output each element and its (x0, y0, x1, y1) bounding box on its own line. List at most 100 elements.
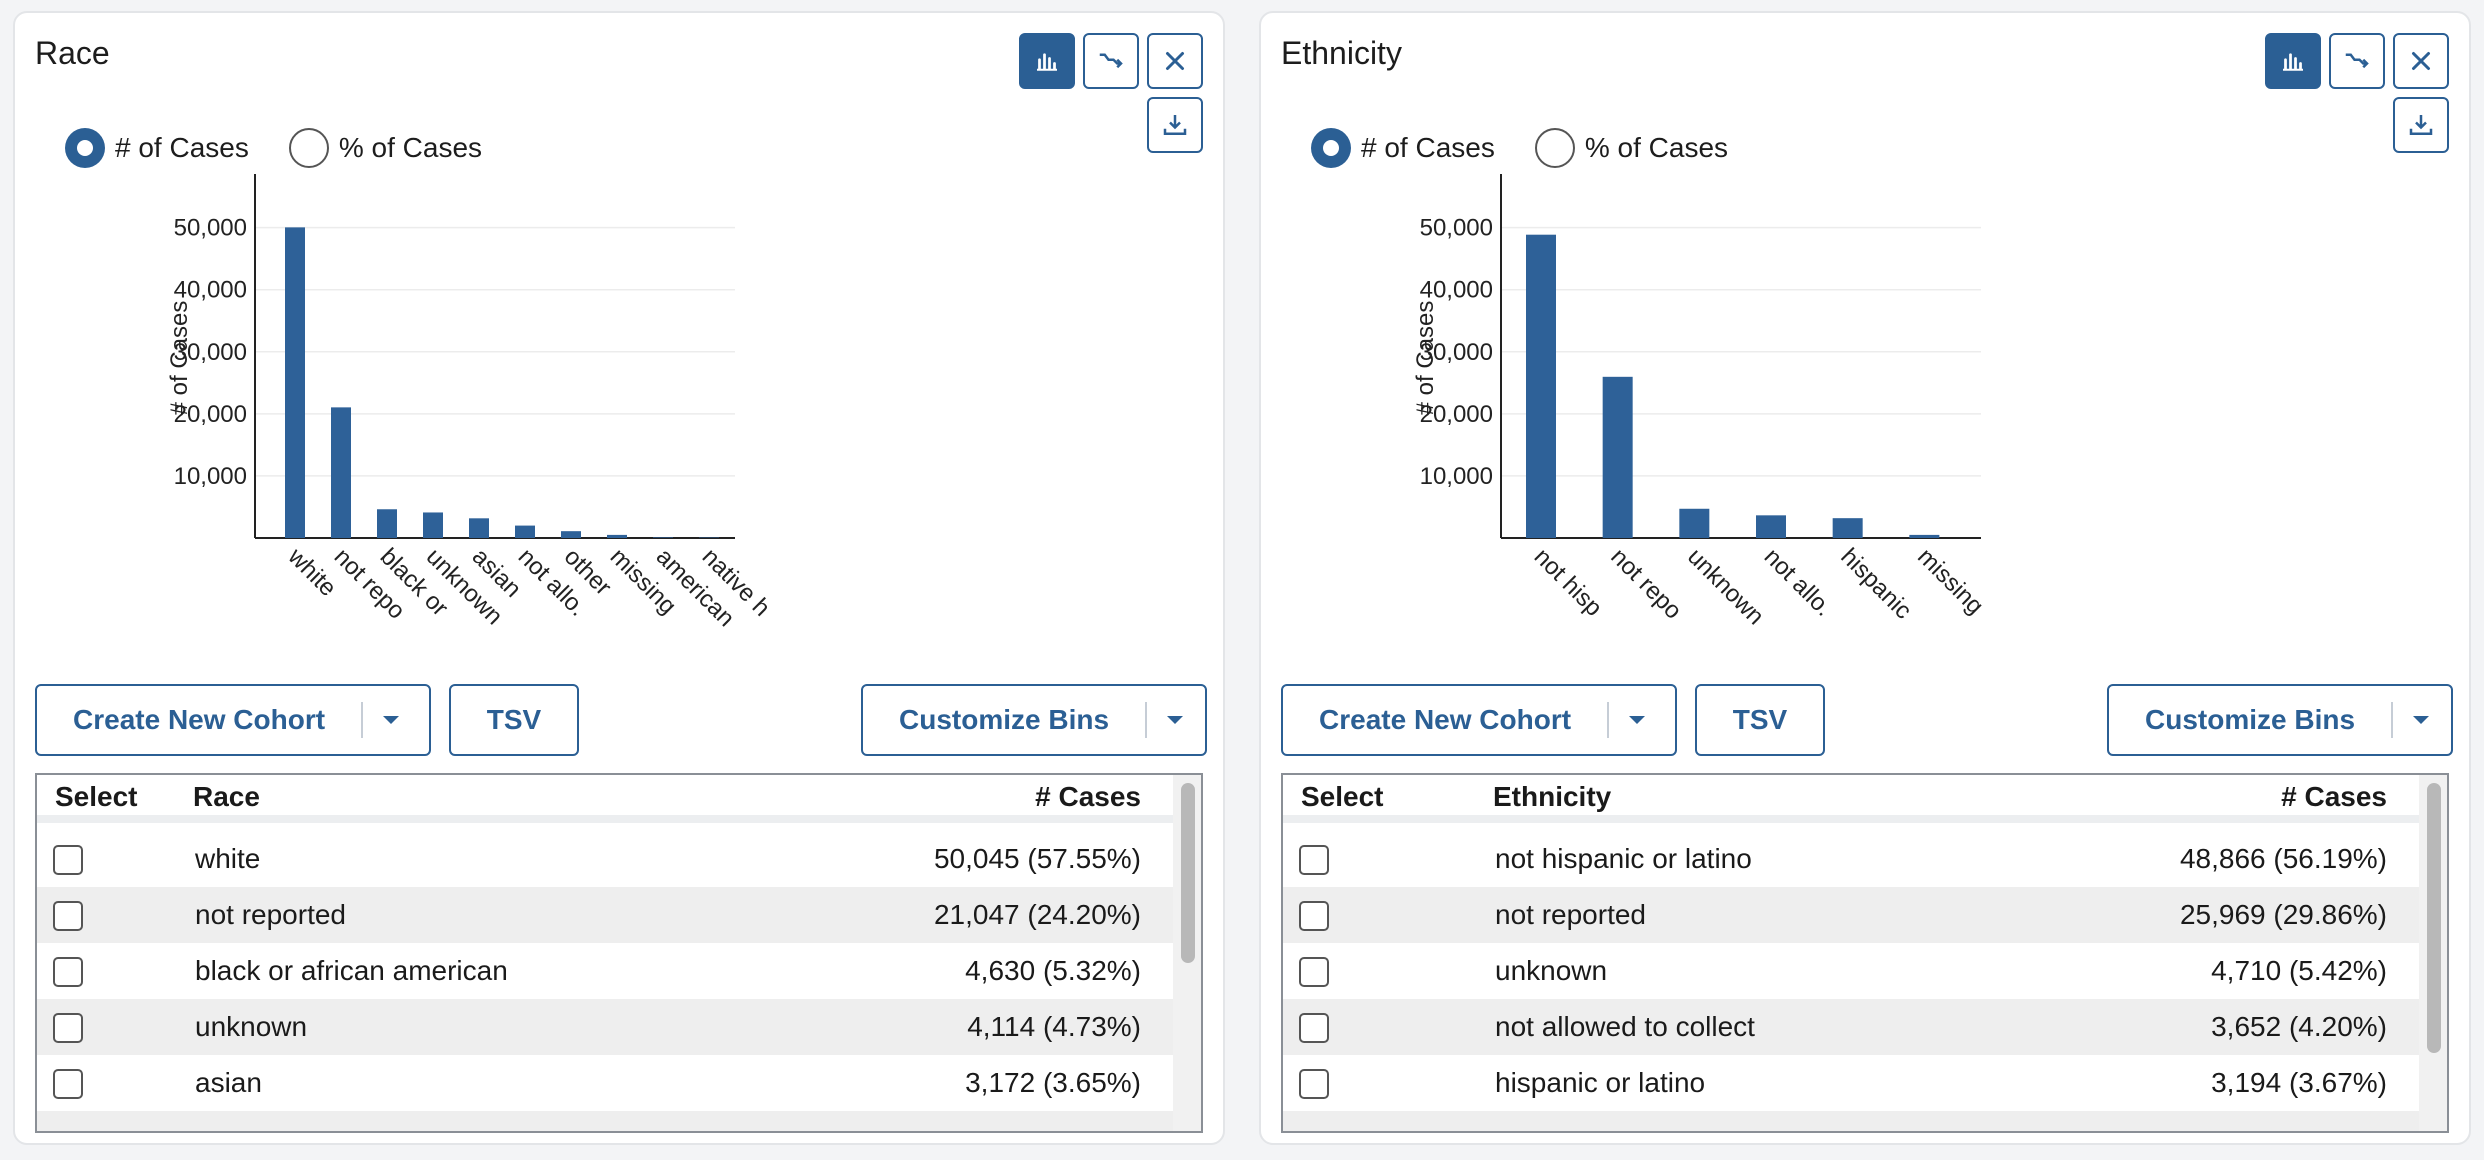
trend-down-icon (1099, 53, 1123, 69)
close-button[interactable] (2393, 33, 2449, 89)
row-name: unknown (195, 1011, 308, 1042)
table-row (37, 1111, 1173, 1131)
ethnicity-panel: Ethnicity # of Cases % of Cases 10,000 20… (1259, 11, 2471, 1145)
percent-radio-label: % of Cases (1584, 132, 1729, 163)
percent-radio[interactable]: % of Cases (1534, 128, 1729, 168)
table-row: unknown 4,114 (4.73%) (37, 999, 1173, 1055)
tsv-button[interactable]: TSV (1695, 684, 1825, 756)
header-cases[interactable]: # Cases (1035, 781, 1141, 813)
customize-bins-dropdown[interactable] (1147, 714, 1203, 726)
scrollbar-thumb[interactable] (1181, 783, 1195, 963)
bar (1909, 534, 1940, 538)
header-ethnicity[interactable]: Ethnicity (1493, 781, 1611, 813)
row-checkbox[interactable] (53, 1013, 83, 1043)
table-scrollbar[interactable] (2419, 775, 2447, 1131)
race-bar-chart: 10,00020,00030,00040,00050,000# of Cases… (166, 174, 775, 632)
bar (1602, 376, 1633, 538)
row-checkbox[interactable] (1299, 957, 1329, 987)
bar (1832, 518, 1863, 538)
create-cohort-label: Create New Cohort (1319, 704, 1572, 735)
bar (515, 525, 535, 538)
y-axis-label: # of Cases (1412, 301, 1439, 416)
radio-unselected-indicator[interactable] (288, 128, 329, 168)
y-tick-label: 40,000 (174, 277, 247, 304)
y-tick-label: 10,000 (174, 463, 247, 490)
row-cases: 3,652 (4.20%) (2211, 1011, 2387, 1042)
bar-chart-view-button[interactable] (1019, 33, 1075, 89)
survival-plot-button[interactable] (1083, 33, 1139, 89)
x-tick-label: not allo. (1759, 543, 1838, 622)
row-checkbox[interactable] (1299, 845, 1329, 875)
row-checkbox[interactable] (53, 845, 83, 875)
table-row: unknown 4,710 (5.42%) (1283, 943, 2419, 999)
row-cases: 3,172 (3.65%) (965, 1067, 1141, 1098)
y-tick-label: 40,000 (1420, 277, 1493, 304)
close-button[interactable] (1147, 33, 1203, 89)
row-cases: 21,047 (24.20%) (933, 899, 1141, 930)
download-button[interactable] (1147, 97, 1203, 153)
count-radio[interactable]: # of Cases (1311, 128, 1495, 168)
create-cohort-button[interactable]: Create New Cohort (1281, 684, 1677, 756)
bar-chart-view-button[interactable] (2265, 33, 2321, 89)
header-select: Select (55, 781, 138, 812)
x-tick-label: white (282, 542, 341, 601)
row-cases: 48,866 (56.19%) (2179, 843, 2387, 874)
row-cases: 3,194 (3.67%) (2211, 1067, 2387, 1098)
header-race[interactable]: Race (193, 781, 260, 813)
row-cases: 4,630 (5.32%) (965, 955, 1141, 986)
table-row: not allowed to collect 3,652 (4.20%) (1283, 999, 2419, 1055)
panel-title: Race (35, 35, 110, 71)
percent-radio[interactable]: % of Cases (288, 128, 483, 168)
row-name: not allowed to collect (1495, 1011, 1755, 1042)
scrollbar-thumb[interactable] (2427, 783, 2441, 1053)
row-checkbox[interactable] (53, 957, 83, 987)
row-cases: 4,710 (5.42%) (2211, 955, 2387, 986)
close-icon (1166, 52, 1184, 70)
value-mode-radio-group: # of Cases % of Cases (65, 128, 522, 168)
x-tick-label: not repo (1605, 543, 1686, 624)
caret-down-icon (2413, 716, 2430, 724)
radio-selected-indicator[interactable] (65, 128, 105, 168)
bar (607, 534, 627, 538)
row-checkbox[interactable] (1299, 1069, 1329, 1099)
caret-down-icon (383, 716, 400, 724)
create-cohort-button[interactable]: Create New Cohort (35, 684, 431, 756)
header-cases[interactable]: # Cases (2281, 781, 2387, 813)
action-row: Create New Cohort TSV Customize Bins (1281, 684, 2453, 756)
survival-plot-button[interactable] (2329, 33, 2385, 89)
bar (1526, 234, 1556, 538)
race-panel: Race # of Cases % of Cases 10,000 20,000 3… (13, 11, 1225, 1145)
bar (469, 518, 489, 538)
row-cases: 50,045 (57.55%) (933, 843, 1141, 874)
y-tick-label: 50,000 (1420, 215, 1493, 242)
bar (285, 227, 305, 538)
radio-selected-indicator[interactable] (1311, 128, 1351, 168)
row-name: not reported (1495, 899, 1646, 930)
bar (561, 531, 581, 538)
table-row: not reported 21,047 (24.20%) (37, 887, 1173, 943)
customize-bins-button[interactable]: Customize Bins (861, 684, 1207, 756)
ethnicity-table: Select Ethnicity # Cases not hispanic or… (1281, 773, 2449, 1133)
row-checkbox[interactable] (53, 901, 83, 931)
radio-unselected-indicator[interactable] (1534, 128, 1575, 168)
create-cohort-dropdown[interactable] (363, 714, 419, 726)
row-name: not reported (195, 899, 346, 930)
percent-radio-label: % of Cases (338, 132, 483, 163)
download-button[interactable] (2393, 97, 2449, 153)
caret-down-icon (1167, 716, 1184, 724)
y-axis-label: # of Cases (166, 301, 193, 416)
table-row: not hispanic or latino 48,866 (56.19%) (1283, 831, 2419, 887)
row-checkbox[interactable] (1299, 901, 1329, 931)
create-cohort-label: Create New Cohort (73, 704, 326, 735)
row-checkbox[interactable] (1299, 1013, 1329, 1043)
row-checkbox[interactable] (53, 1069, 83, 1099)
trend-down-icon (2345, 53, 2369, 69)
tsv-button[interactable]: TSV (449, 684, 579, 756)
create-cohort-dropdown[interactable] (1609, 714, 1665, 726)
customize-bins-button[interactable]: Customize Bins (2107, 684, 2453, 756)
y-tick-label: 10,000 (1420, 463, 1493, 490)
count-radio[interactable]: # of Cases (65, 128, 249, 168)
customize-bins-dropdown[interactable] (2393, 714, 2449, 726)
header-select: Select (1301, 781, 1384, 812)
table-scrollbar[interactable] (1173, 775, 1201, 1131)
